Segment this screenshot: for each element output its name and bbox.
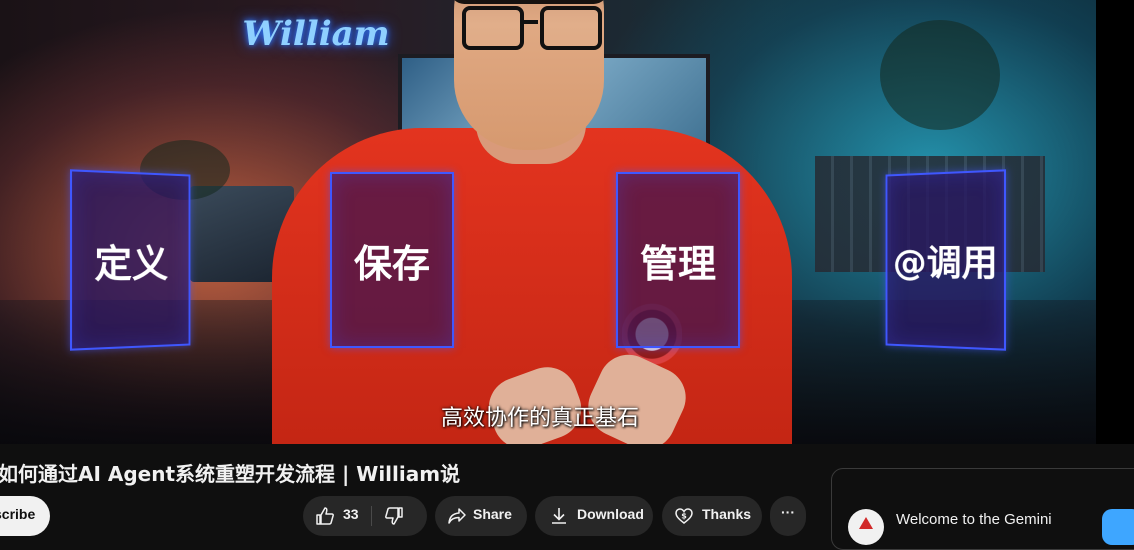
- overlay-panel-manage: 管理: [616, 172, 740, 348]
- subscribe-label: scribe: [0, 506, 36, 522]
- overlay-panel-invoke: @调用: [885, 169, 1007, 351]
- thumbs-up-icon[interactable]: [315, 506, 335, 526]
- more-horizontal-icon: ···: [781, 504, 795, 520]
- video-title: 如何通过AI Agent系统重塑开发流程 | William说: [0, 462, 461, 486]
- download-button[interactable]: Download: [535, 496, 653, 536]
- chat-action-button[interactable]: [1102, 509, 1134, 545]
- more-actions-button[interactable]: ···: [770, 496, 806, 536]
- like-count: 33: [343, 506, 359, 522]
- background-plant: [880, 20, 1000, 130]
- like-divider: [370, 506, 372, 526]
- video-player[interactable]: William 定义 保存 管理 @调用 高效协作的真正基石: [0, 0, 1096, 444]
- chat-welcome-text: Welcome to the Gemini: [896, 511, 1052, 528]
- glasses-bridge: [522, 20, 538, 24]
- thanks-button[interactable]: $ Thanks: [662, 496, 762, 536]
- download-icon: [549, 506, 569, 526]
- svg-text:$: $: [681, 512, 687, 521]
- share-arrow-icon: [447, 506, 467, 526]
- glasses-left-lens: [462, 6, 524, 50]
- like-dislike-group[interactable]: 33: [303, 496, 427, 536]
- overlay-panel-save: 保存: [330, 172, 454, 348]
- glasses-right-lens: [540, 6, 602, 50]
- video-subtitle: 高效协作的真正基石: [440, 406, 639, 431]
- share-label: Share: [473, 506, 512, 522]
- thumbs-down-icon[interactable]: [384, 506, 404, 526]
- player-edge: [1096, 0, 1134, 444]
- presenter-hair: [450, 0, 608, 4]
- overlay-panel-define: 定义: [69, 169, 191, 351]
- subscribe-button[interactable]: scribe: [0, 496, 50, 536]
- william-watermark-logo: William: [242, 14, 390, 54]
- download-label: Download: [577, 506, 644, 522]
- thanks-label: Thanks: [702, 506, 752, 522]
- heart-dollar-icon: $: [674, 506, 694, 526]
- gemini-chat-panel[interactable]: Welcome to the Gemini: [831, 468, 1134, 550]
- chat-avatar: [848, 509, 884, 545]
- share-button[interactable]: Share: [435, 496, 527, 536]
